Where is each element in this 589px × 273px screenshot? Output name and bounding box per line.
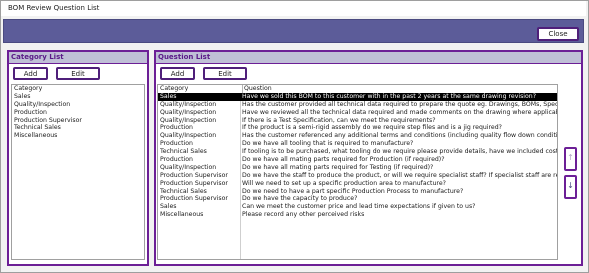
- question-row[interactable]: Production Supervisor Will we need to set…: [158, 180, 557, 188]
- close-button[interactable]: Close: [537, 27, 579, 41]
- add-category-button[interactable]: Add: [13, 67, 48, 80]
- edit-question-button[interactable]: Edit: [203, 67, 247, 80]
- question-row[interactable]: Quality/Inspection Has the customer refer…: [158, 132, 557, 140]
- question-row-text: Please record any other perceived risks: [242, 211, 365, 219]
- category-list-item[interactable]: Quality/Inspection: [12, 101, 144, 109]
- question-row-category: Quality/Inspection: [160, 100, 217, 108]
- category-list-item[interactable]: Miscellaneous: [12, 132, 144, 140]
- question-row-text: Have we sold this BOM to this customer w…: [242, 92, 537, 100]
- question-row-category: Sales: [160, 203, 177, 211]
- question-row[interactable]: Technical Sales If tooling is to be purch…: [158, 148, 557, 156]
- question-row-category: Quality/Inspection: [160, 132, 217, 140]
- category-list-item[interactable]: Sales: [12, 93, 144, 101]
- question-row[interactable]: Sales Have we sold this BOM to this custo…: [158, 92, 557, 101]
- question-row-category: Technical Sales: [160, 148, 207, 156]
- question-row-category: Production Supervisor: [160, 171, 228, 179]
- question-row-text: Do we have all tooling that is required …: [242, 140, 414, 148]
- question-row[interactable]: Quality/Inspection Has the customer provi…: [158, 101, 557, 109]
- question-row-category: Sales: [160, 92, 177, 100]
- question-row-text: Can we meet the customer price and lead …: [242, 203, 476, 211]
- category-panel-header: Category List: [9, 52, 147, 64]
- question-row-text: Have we reviewed all the technical data …: [242, 108, 558, 116]
- category-panel-title: Category List: [11, 53, 64, 61]
- question-row[interactable]: Quality/Inspection Have we reviewed all t…: [158, 109, 557, 117]
- question-row[interactable]: Production Do we have all mating parts re…: [158, 156, 557, 164]
- category-listbox[interactable]: Category Sales Quality/Inspection Producti…: [11, 84, 145, 260]
- column-header-category: Category: [160, 85, 189, 92]
- question-row[interactable]: Quality/Inspection If there is a Test Spe…: [158, 117, 557, 125]
- question-row[interactable]: Production Supervisor Do we have the capa…: [158, 195, 557, 203]
- question-row-category: Production Supervisor: [160, 195, 228, 203]
- edit-category-button[interactable]: Edit: [56, 67, 100, 80]
- category-list-item[interactable]: Production: [12, 109, 144, 117]
- question-row-text: Do we have all mating parts required for…: [242, 156, 445, 164]
- move-down-button[interactable]: ↓: [564, 175, 577, 199]
- question-row-category: Production: [160, 156, 193, 164]
- top-toolbar: [3, 19, 584, 43]
- question-row-category: Technical Sales: [160, 187, 207, 195]
- question-row[interactable]: Production Supervisor Do we have the staf…: [158, 172, 557, 180]
- question-panel-header: Question List: [156, 52, 581, 64]
- question-row-text: If the product is a semi-rigid assembly …: [242, 124, 502, 132]
- question-row-category: Quality/Inspection: [160, 116, 217, 124]
- question-row[interactable]: Production If the product is a semi-rigid…: [158, 124, 557, 132]
- question-row[interactable]: Quality/Inspection Do we have all mating …: [158, 164, 557, 172]
- move-up-button[interactable]: ↑: [564, 147, 577, 171]
- question-row[interactable]: Technical Sales Do we need to have a part…: [158, 188, 557, 196]
- question-row-text: Do we have all mating parts required for…: [242, 163, 434, 171]
- question-row-category: Quality/Inspection: [160, 163, 217, 171]
- question-row-text: Do we need to have a part specific Produ…: [242, 187, 464, 195]
- question-row-category: Production: [160, 124, 193, 132]
- question-row-text: If there is a Test Specification, can we…: [242, 116, 436, 124]
- question-row[interactable]: Production Do we have all tooling that is…: [158, 140, 557, 148]
- question-row-category: Quality/Inspection: [160, 108, 217, 116]
- question-row-text: Do we have the staff to produce the prod…: [242, 171, 558, 179]
- question-row-text: Do we have the capacity to produce?: [242, 195, 358, 203]
- question-row-category: Production Supervisor: [160, 179, 228, 187]
- question-row-category: Production: [160, 140, 193, 148]
- question-row-text: Will we need to set up a specific produc…: [242, 179, 446, 187]
- category-list-item[interactable]: Technical Sales: [12, 124, 144, 132]
- question-panel-title: Question List: [158, 53, 211, 61]
- question-row-text: If tooling is to be purchased, what tool…: [242, 148, 558, 156]
- column-header-question: Question: [242, 85, 557, 93]
- category-list-item[interactable]: Production Supervisor: [12, 117, 144, 125]
- window-title: BOM Review Question List: [8, 4, 100, 12]
- question-list-header: Category Question: [158, 85, 557, 93]
- question-row[interactable]: Sales Can we meet the customer price and …: [158, 203, 557, 211]
- question-row-text: Has the customer referenced any addition…: [242, 132, 558, 140]
- add-question-button[interactable]: Add: [160, 67, 195, 80]
- question-row[interactable]: Miscellaneous Please record any other per…: [158, 211, 557, 219]
- question-row-text: Has the customer provided all technical …: [242, 100, 558, 108]
- category-list-header: Category: [14, 85, 43, 92]
- question-listbox[interactable]: Category Question Sales Have we sold this…: [157, 84, 558, 260]
- title-bar: BOM Review Question List: [1, 1, 586, 16]
- question-row-category: Miscellaneous: [160, 211, 204, 219]
